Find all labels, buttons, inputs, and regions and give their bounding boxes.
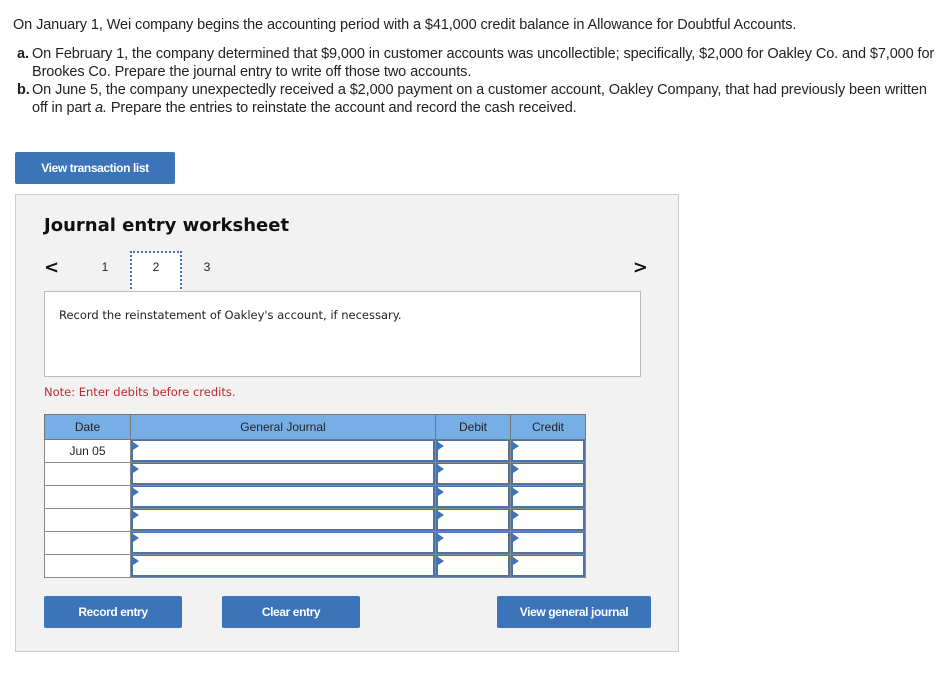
page-tab-2-active[interactable]: 2 xyxy=(130,251,182,293)
table-row xyxy=(44,485,586,509)
intro-text: On January 1, Wei company begins the acc… xyxy=(13,17,797,33)
problem-statement: On January 1, Wei company begins the acc… xyxy=(13,16,938,117)
problem-parts: a. On February 1, the company determined… xyxy=(13,45,938,117)
date-cell xyxy=(44,531,131,555)
date-cell xyxy=(44,554,131,578)
debit-input[interactable] xyxy=(436,463,510,485)
debit-input[interactable] xyxy=(436,486,510,508)
table-row xyxy=(44,531,586,555)
part-text-after: Prepare the entries to reinstate the acc… xyxy=(106,100,577,116)
part-text-italic: a. xyxy=(95,100,107,116)
journal-entry-worksheet: Journal entry worksheet < 1 2 3 > Record… xyxy=(15,194,679,652)
header-date: Date xyxy=(44,414,131,440)
table-row xyxy=(44,508,586,532)
credit-input[interactable] xyxy=(511,463,585,485)
credit-input[interactable] xyxy=(511,555,585,577)
date-cell xyxy=(44,508,131,532)
instruction-box: Record the reinstatement of Oakley's acc… xyxy=(44,291,641,377)
date-cell xyxy=(44,462,131,486)
header-general-journal: General Journal xyxy=(130,414,436,440)
record-entry-button[interactable]: Record entry xyxy=(44,596,182,628)
table-row: Jun 05 xyxy=(44,439,586,463)
account-dropdown[interactable] xyxy=(131,555,435,577)
instruction-text: Record the reinstatement of Oakley's acc… xyxy=(59,308,402,322)
journal-table: Date General Journal Debit Credit Jun 05 xyxy=(44,414,586,578)
credit-input[interactable] xyxy=(511,440,585,462)
account-dropdown[interactable] xyxy=(131,440,435,462)
part-a: a. On February 1, the company determined… xyxy=(13,45,938,81)
part-letter: a. xyxy=(17,46,29,62)
header-debit: Debit xyxy=(435,414,511,440)
page-tab-1[interactable]: 1 xyxy=(79,251,131,293)
date-cell: Jun 05 xyxy=(44,439,131,463)
clear-entry-button[interactable]: Clear entry xyxy=(222,596,360,628)
note-text: Note: Enter debits before credits. xyxy=(44,385,236,399)
table-row xyxy=(44,554,586,578)
credit-input[interactable] xyxy=(511,532,585,554)
debit-input[interactable] xyxy=(436,555,510,577)
credit-input[interactable] xyxy=(511,486,585,508)
debit-input[interactable] xyxy=(436,509,510,531)
header-credit: Credit xyxy=(510,414,586,440)
part-text: On February 1, the company determined th… xyxy=(32,46,935,80)
debit-input[interactable] xyxy=(436,440,510,462)
account-dropdown[interactable] xyxy=(131,463,435,485)
part-letter: b. xyxy=(17,82,30,98)
table-header-row: Date General Journal Debit Credit xyxy=(44,414,586,440)
table-row xyxy=(44,462,586,486)
part-b: b. On June 5, the company unexpectedly r… xyxy=(13,81,938,117)
date-cell xyxy=(44,485,131,509)
credit-input[interactable] xyxy=(511,509,585,531)
account-dropdown[interactable] xyxy=(131,486,435,508)
worksheet-title: Journal entry worksheet xyxy=(44,215,290,236)
view-transaction-list-button[interactable]: View transaction list xyxy=(15,152,175,184)
account-dropdown[interactable] xyxy=(131,509,435,531)
view-general-journal-button[interactable]: View general journal xyxy=(497,596,651,628)
worksheet-pager: < 1 2 3 > xyxy=(16,251,678,293)
account-dropdown[interactable] xyxy=(131,532,435,554)
chevron-right-icon[interactable]: > xyxy=(633,257,648,278)
page-tab-3[interactable]: 3 xyxy=(181,251,233,293)
debit-input[interactable] xyxy=(436,532,510,554)
chevron-left-icon[interactable]: < xyxy=(44,257,59,278)
